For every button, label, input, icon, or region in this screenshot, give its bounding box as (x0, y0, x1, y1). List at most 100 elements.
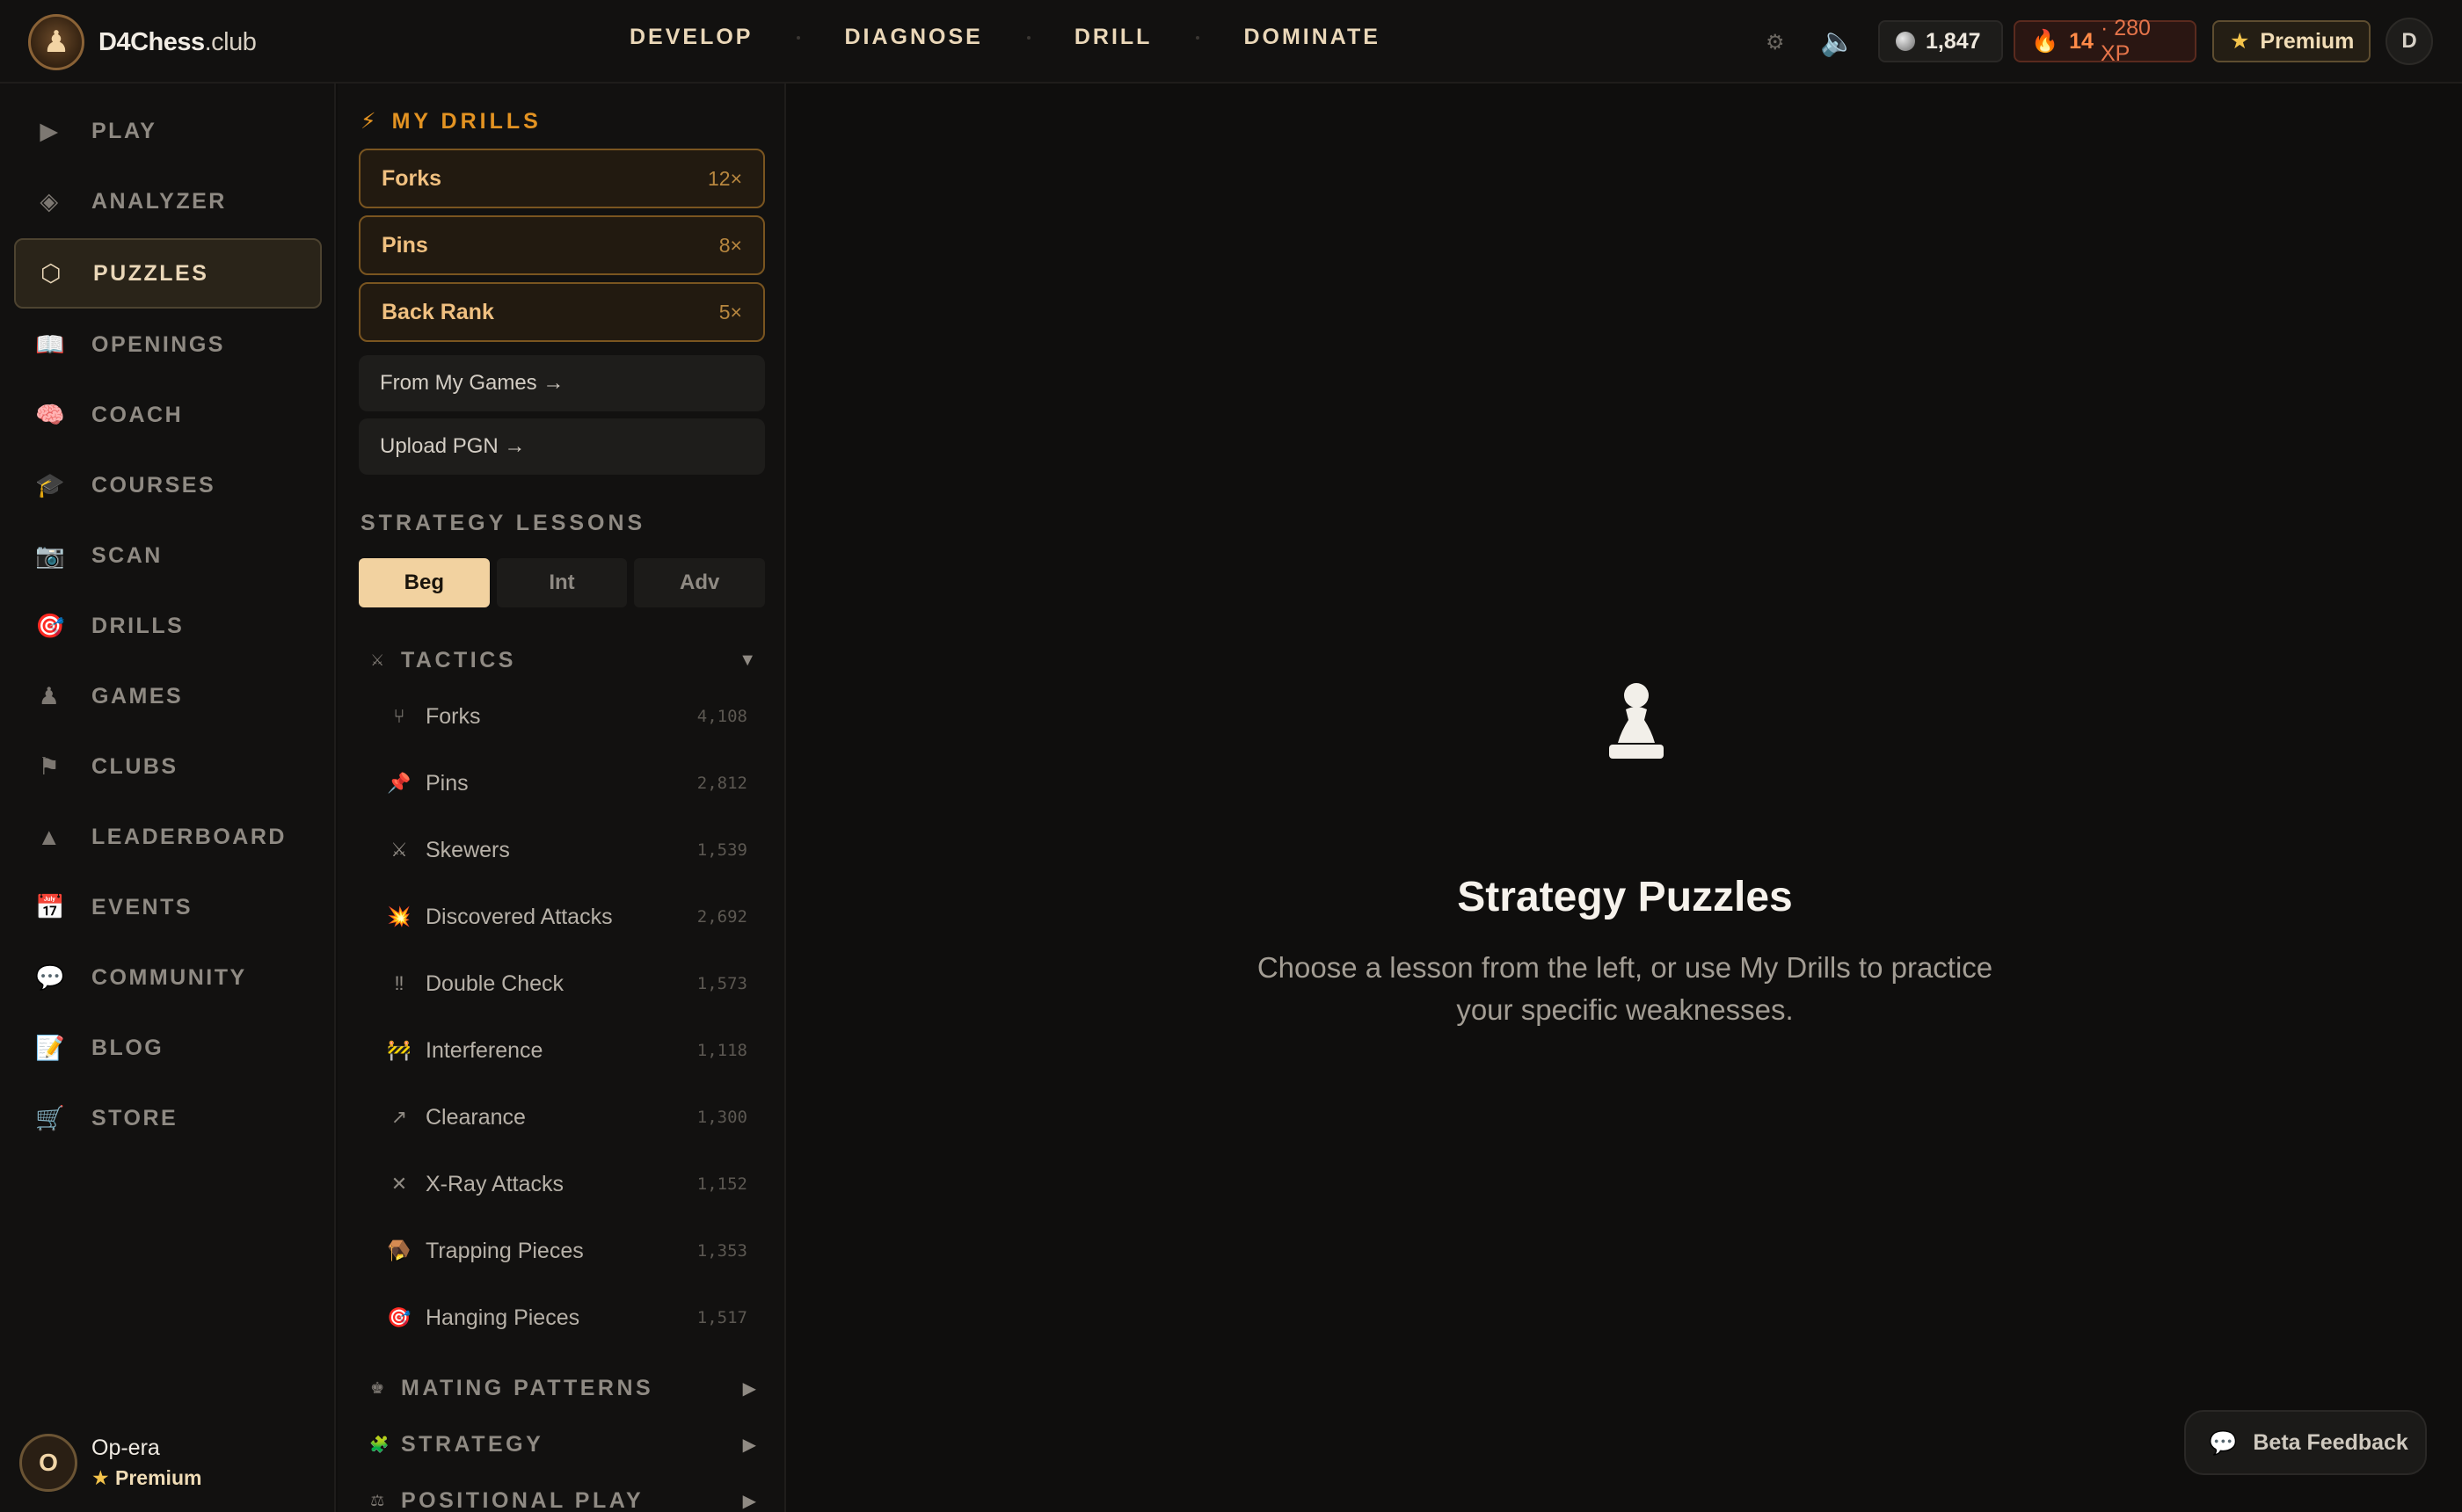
lesson-count: 1,539 (696, 840, 747, 860)
tab-advanced[interactable]: Adv (634, 558, 766, 607)
drill-forks-button[interactable]: Forks 12× (359, 149, 765, 208)
lesson-count: 4,108 (696, 707, 747, 726)
lesson-hanging-pieces[interactable]: 🎯 Hanging Pieces 1,517 (387, 1293, 747, 1342)
lesson-name: Trapping Pieces (426, 1238, 584, 1263)
category-mating-patterns[interactable]: ♚ MATING PATTERNS ▶ (369, 1370, 756, 1406)
from-my-games-button[interactable]: From My Games → (359, 355, 765, 411)
category-positional-play[interactable]: ⚖ POSITIONAL PLAY ▶ (369, 1483, 756, 1512)
streak-pill[interactable]: 🔥 14 · 280 XP (2014, 16, 2196, 66)
streak-count: 14 (2069, 28, 2094, 54)
user-name: Op-era (91, 1436, 160, 1460)
lesson-discovered-attacks[interactable]: 💥 Discovered Attacks 2,692 (387, 892, 747, 941)
nav-separator (797, 35, 801, 40)
chevron-right-icon: ▶ (742, 1491, 756, 1511)
lesson-forks[interactable]: ⑂ Forks 4,108 (387, 692, 747, 741)
sidebar-item-puzzles[interactable]: ⬡ PUZZLES (14, 238, 322, 309)
sidebar-item-label: STORE (91, 1105, 178, 1130)
category-strategy[interactable]: 🧩 STRATEGY ▶ (369, 1427, 756, 1462)
tab-beginner[interactable]: Beg (359, 558, 490, 607)
brain-icon: 🧠 (35, 402, 68, 428)
tab-intermediate[interactable]: Int (496, 558, 628, 607)
sidebar-item-leaderboard[interactable]: ▲ LEADERBOARD (14, 802, 322, 872)
category-tactics[interactable]: ⚔ TACTICS ▼ (369, 643, 756, 678)
book-icon: 📖 (35, 331, 68, 358)
upload-pgn-button[interactable]: Upload PGN → (359, 418, 765, 475)
lesson-count: 2,812 (696, 774, 747, 793)
user-avatar-button[interactable]: D (2386, 18, 2433, 65)
lesson-count: 1,300 (696, 1108, 747, 1127)
sidebar-item-openings[interactable]: 📖 OPENINGS (14, 309, 322, 380)
sidebar-item-store[interactable]: 🛒 STORE (14, 1083, 322, 1153)
speech-bubble-icon: 💬 (2209, 1428, 2238, 1456)
sidebar-item-blog[interactable]: 📝 BLOG (14, 1013, 322, 1083)
lesson-skewers[interactable]: ⚔ Skewers 1,539 (387, 825, 747, 875)
drill-count: 8× (718, 233, 742, 257)
lesson-interference[interactable]: 🚧 Interference 1,118 (387, 1026, 747, 1075)
crossed-swords-icon: ⚔ (370, 651, 388, 669)
lesson-name: Skewers (426, 837, 510, 862)
top-bar: ♟ D4Chess.club DEVELOP DIAGNOSE DRILL DO… (0, 0, 2462, 84)
nav-drill[interactable]: DRILL (1074, 25, 1153, 50)
pawn-icon (1609, 683, 1664, 759)
rating-ball-icon (1896, 32, 1915, 51)
sidebar-item-games[interactable]: ♟ GAMES (14, 661, 322, 731)
rating-pill[interactable]: 1,847 (1878, 20, 2003, 62)
nav-develop[interactable]: DEVELOP (630, 25, 753, 50)
nav-dominate[interactable]: DOMINATE (1243, 25, 1380, 50)
level-tabs: Beg Int Adv (359, 558, 766, 607)
xp-value: · 280 XP (2100, 16, 2151, 66)
sidebar-item-analyzer[interactable]: ◈ ANALYZER (14, 166, 322, 236)
sidebar-item-clubs[interactable]: ⚑ CLUBS (14, 731, 322, 802)
nav-separator (1196, 35, 1200, 40)
beta-feedback-button[interactable]: 💬 Beta Feedback (2184, 1410, 2427, 1475)
lesson-x-ray-attacks[interactable]: ✕ X-Ray Attacks 1,152 (387, 1159, 747, 1209)
lesson-pins[interactable]: 📌 Pins 2,812 (387, 759, 747, 808)
page-title: Strategy Puzzles (1457, 874, 1793, 920)
lesson-trapping-pieces[interactable]: 🪤 Trapping Pieces 1,353 (387, 1226, 747, 1276)
chevron-down-icon: ▼ (739, 650, 756, 670)
crown-icon: ♚ (370, 1378, 388, 1397)
triangle-icon: ▲ (37, 823, 63, 850)
user-card[interactable]: O Op-era ★ Premium (19, 1433, 201, 1493)
logo-mark-icon: ♟ (28, 14, 84, 70)
rating-value: 1,847 (1926, 28, 1981, 54)
sidebar-item-events[interactable]: 📅 EVENTS (14, 872, 322, 942)
lesson-name: X-Ray Attacks (426, 1171, 564, 1196)
x-icon: ✕ (390, 1173, 408, 1195)
sidebar-item-label: COMMUNITY (91, 964, 247, 990)
sidebar-item-label: PLAY (91, 118, 157, 143)
sidebar-item-label: EVENTS (91, 894, 193, 920)
speech-bubble-icon: 💬 (35, 964, 68, 991)
sidebar-item-label: ANALYZER (91, 188, 227, 214)
lesson-double-check[interactable]: ‼ Double Check 1,573 (387, 959, 748, 1008)
drill-back-rank-button[interactable]: Back Rank 5× (359, 282, 765, 342)
sidebar-item-label: OPENINGS (91, 331, 225, 357)
sidebar-item-play[interactable]: ▶ PLAY (14, 96, 322, 166)
page-subtitle: Choose a lesson from the left, or use My… (1256, 951, 1993, 1026)
drill-count: 5× (718, 300, 742, 323)
settings-gear-icon[interactable]: ⚙ (1766, 30, 1785, 55)
sidebar-item-label: PUZZLES (93, 260, 209, 286)
balance-scale-icon: ⚖ (370, 1491, 388, 1509)
lesson-name: Discovered Attacks (426, 904, 613, 929)
camera-icon: 📷 (35, 542, 68, 569)
chevron-right-icon: ▶ (742, 1435, 756, 1455)
lesson-count: 1,573 (696, 974, 747, 993)
calendar-icon: 📅 (35, 894, 68, 920)
strategy-lessons-heading: STRATEGY LESSONS (361, 511, 646, 535)
premium-button[interactable]: ★ Premium (2212, 20, 2371, 62)
lesson-clearance[interactable]: ↗ Clearance 1,300 (387, 1093, 747, 1142)
avatar: O (19, 1434, 77, 1492)
lesson-name: Clearance (426, 1104, 526, 1130)
sidebar-item-courses[interactable]: 🎓 COURSES (14, 450, 322, 520)
nav-diagnose[interactable]: DIAGNOSE (844, 25, 982, 50)
drill-pins-button[interactable]: Pins 8× (359, 215, 765, 275)
logo[interactable]: ♟ D4Chess.club (28, 14, 257, 70)
sound-muted-icon[interactable]: 🔈 (1820, 25, 1855, 58)
hexagon-icon: ⬡ (40, 259, 64, 287)
sidebar-item-drills[interactable]: 🎯 DRILLS (14, 591, 322, 661)
sidebar-item-scan[interactable]: 📷 SCAN (14, 520, 322, 591)
sidebar-item-coach[interactable]: 🧠 COACH (14, 380, 322, 450)
star-icon: ★ (2230, 29, 2250, 54)
sidebar-item-community[interactable]: 💬 COMMUNITY (14, 942, 322, 1013)
